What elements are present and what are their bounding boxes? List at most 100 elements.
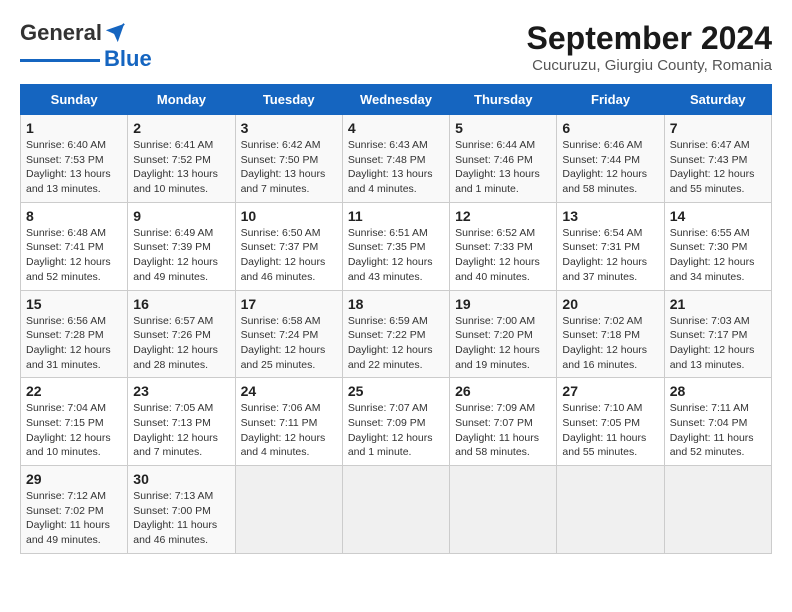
- cell-content: Sunrise: 7:09 AM Sunset: 7:07 PM Dayligh…: [455, 402, 539, 458]
- logo-general-text: General: [20, 20, 102, 46]
- cell-content: Sunrise: 6:44 AM Sunset: 7:46 PM Dayligh…: [455, 139, 540, 195]
- day-number: 14: [670, 208, 766, 224]
- calendar-cell: 19 Sunrise: 7:00 AM Sunset: 7:20 PM Dayli…: [450, 290, 557, 378]
- calendar-week-row: 29 Sunrise: 7:12 AM Sunset: 7:02 PM Dayli…: [21, 466, 772, 554]
- calendar-cell: 20 Sunrise: 7:02 AM Sunset: 7:18 PM Dayli…: [557, 290, 664, 378]
- logo-bird-icon: [104, 22, 126, 44]
- calendar-cell: 13 Sunrise: 6:54 AM Sunset: 7:31 PM Dayli…: [557, 202, 664, 290]
- day-number: 29: [26, 471, 122, 487]
- calendar-cell: 5 Sunrise: 6:44 AM Sunset: 7:46 PM Daylig…: [450, 115, 557, 203]
- calendar-cell: 25 Sunrise: 7:07 AM Sunset: 7:09 PM Dayli…: [342, 378, 449, 466]
- calendar-cell: 26 Sunrise: 7:09 AM Sunset: 7:07 PM Dayli…: [450, 378, 557, 466]
- calendar-week-row: 15 Sunrise: 6:56 AM Sunset: 7:28 PM Dayli…: [21, 290, 772, 378]
- calendar-table: SundayMondayTuesdayWednesdayThursdayFrid…: [20, 84, 772, 554]
- day-number: 16: [133, 296, 229, 312]
- day-number: 2: [133, 120, 229, 136]
- calendar-cell: 11 Sunrise: 6:51 AM Sunset: 7:35 PM Dayli…: [342, 202, 449, 290]
- logo: General Blue: [20, 20, 152, 72]
- day-number: 9: [133, 208, 229, 224]
- day-number: 19: [455, 296, 551, 312]
- cell-content: Sunrise: 7:12 AM Sunset: 7:02 PM Dayligh…: [26, 490, 110, 546]
- calendar-week-row: 8Sunrise: 6:48 AM Sunset: 7:41 PM Daylig…: [21, 202, 772, 290]
- day-number: 6: [562, 120, 658, 136]
- calendar-cell: 1Sunrise: 6:40 AM Sunset: 7:53 PM Daylig…: [21, 115, 128, 203]
- weekday-header: Sunday: [21, 85, 128, 115]
- calendar-cell: 9 Sunrise: 6:49 AM Sunset: 7:39 PM Daylig…: [128, 202, 235, 290]
- cell-content: Sunrise: 6:41 AM Sunset: 7:52 PM Dayligh…: [133, 139, 218, 195]
- cell-content: Sunrise: 7:07 AM Sunset: 7:09 PM Dayligh…: [348, 402, 433, 458]
- cell-content: Sunrise: 7:04 AM Sunset: 7:15 PM Dayligh…: [26, 402, 111, 458]
- weekday-header: Wednesday: [342, 85, 449, 115]
- calendar-cell: 6 Sunrise: 6:46 AM Sunset: 7:44 PM Daylig…: [557, 115, 664, 203]
- page-header: General Blue September 2024 Cucuruzu, Gi…: [20, 20, 772, 74]
- title-block: September 2024 Cucuruzu, Giurgiu County,…: [527, 20, 772, 74]
- calendar-cell: 15 Sunrise: 6:56 AM Sunset: 7:28 PM Dayli…: [21, 290, 128, 378]
- calendar-cell: 10 Sunrise: 6:50 AM Sunset: 7:37 PM Dayli…: [235, 202, 342, 290]
- weekday-header: Tuesday: [235, 85, 342, 115]
- calendar-header-row: SundayMondayTuesdayWednesdayThursdayFrid…: [21, 85, 772, 115]
- weekday-header: Thursday: [450, 85, 557, 115]
- weekday-header: Saturday: [664, 85, 771, 115]
- cell-content: Sunrise: 6:47 AM Sunset: 7:43 PM Dayligh…: [670, 139, 755, 195]
- calendar-cell: 14 Sunrise: 6:55 AM Sunset: 7:30 PM Dayli…: [664, 202, 771, 290]
- cell-content: Sunrise: 6:46 AM Sunset: 7:44 PM Dayligh…: [562, 139, 647, 195]
- calendar-cell: 7 Sunrise: 6:47 AM Sunset: 7:43 PM Daylig…: [664, 115, 771, 203]
- calendar-cell: 29 Sunrise: 7:12 AM Sunset: 7:02 PM Dayli…: [21, 466, 128, 554]
- day-number: 5: [455, 120, 551, 136]
- calendar-cell: 21 Sunrise: 7:03 AM Sunset: 7:17 PM Dayli…: [664, 290, 771, 378]
- day-number: 28: [670, 383, 766, 399]
- day-number: 12: [455, 208, 551, 224]
- cell-content: Sunrise: 7:10 AM Sunset: 7:05 PM Dayligh…: [562, 402, 646, 458]
- cell-content: Sunrise: 7:05 AM Sunset: 7:13 PM Dayligh…: [133, 402, 218, 458]
- cell-content: Sunrise: 6:58 AM Sunset: 7:24 PM Dayligh…: [241, 315, 326, 371]
- calendar-cell: [450, 466, 557, 554]
- cell-content: Sunrise: 6:50 AM Sunset: 7:37 PM Dayligh…: [241, 227, 326, 283]
- day-number: 15: [26, 296, 122, 312]
- calendar-cell: 17 Sunrise: 6:58 AM Sunset: 7:24 PM Dayli…: [235, 290, 342, 378]
- cell-content: Sunrise: 6:42 AM Sunset: 7:50 PM Dayligh…: [241, 139, 326, 195]
- cell-content: Sunrise: 7:06 AM Sunset: 7:11 PM Dayligh…: [241, 402, 326, 458]
- day-number: 4: [348, 120, 444, 136]
- day-number: 11: [348, 208, 444, 224]
- cell-content: Sunrise: 6:51 AM Sunset: 7:35 PM Dayligh…: [348, 227, 433, 283]
- day-number: 27: [562, 383, 658, 399]
- calendar-cell: 27 Sunrise: 7:10 AM Sunset: 7:05 PM Dayli…: [557, 378, 664, 466]
- cell-content: Sunrise: 6:40 AM Sunset: 7:53 PM Dayligh…: [26, 139, 111, 195]
- calendar-cell: [664, 466, 771, 554]
- day-number: 25: [348, 383, 444, 399]
- day-number: 13: [562, 208, 658, 224]
- cell-content: Sunrise: 6:57 AM Sunset: 7:26 PM Dayligh…: [133, 315, 218, 371]
- cell-content: Sunrise: 6:52 AM Sunset: 7:33 PM Dayligh…: [455, 227, 540, 283]
- cell-content: Sunrise: 7:00 AM Sunset: 7:20 PM Dayligh…: [455, 315, 540, 371]
- day-number: 20: [562, 296, 658, 312]
- calendar-cell: 18Sunrise: 6:59 AM Sunset: 7:22 PM Dayli…: [342, 290, 449, 378]
- page-title: September 2024: [527, 20, 772, 57]
- calendar-cell: [235, 466, 342, 554]
- day-number: 10: [241, 208, 337, 224]
- calendar-cell: 12 Sunrise: 6:52 AM Sunset: 7:33 PM Dayli…: [450, 202, 557, 290]
- cell-content: Sunrise: 6:54 AM Sunset: 7:31 PM Dayligh…: [562, 227, 647, 283]
- cell-content: Sunrise: 6:59 AM Sunset: 7:22 PM Dayligh…: [348, 315, 433, 371]
- calendar-cell: 2 Sunrise: 6:41 AM Sunset: 7:52 PM Daylig…: [128, 115, 235, 203]
- cell-content: Sunrise: 6:55 AM Sunset: 7:30 PM Dayligh…: [670, 227, 755, 283]
- calendar-cell: [342, 466, 449, 554]
- day-number: 21: [670, 296, 766, 312]
- day-number: 22: [26, 383, 122, 399]
- day-number: 17: [241, 296, 337, 312]
- calendar-cell: 16 Sunrise: 6:57 AM Sunset: 7:26 PM Dayli…: [128, 290, 235, 378]
- day-number: 3: [241, 120, 337, 136]
- logo-blue-text: Blue: [104, 46, 152, 72]
- cell-content: Sunrise: 7:03 AM Sunset: 7:17 PM Dayligh…: [670, 315, 755, 371]
- cell-content: Sunrise: 6:48 AM Sunset: 7:41 PM Dayligh…: [26, 227, 111, 283]
- weekday-header: Monday: [128, 85, 235, 115]
- calendar-week-row: 1Sunrise: 6:40 AM Sunset: 7:53 PM Daylig…: [21, 115, 772, 203]
- day-number: 7: [670, 120, 766, 136]
- day-number: 26: [455, 383, 551, 399]
- cell-content: Sunrise: 7:02 AM Sunset: 7:18 PM Dayligh…: [562, 315, 647, 371]
- calendar-cell: 8Sunrise: 6:48 AM Sunset: 7:41 PM Daylig…: [21, 202, 128, 290]
- calendar-cell: 30Sunrise: 7:13 AM Sunset: 7:00 PM Dayli…: [128, 466, 235, 554]
- cell-content: Sunrise: 6:49 AM Sunset: 7:39 PM Dayligh…: [133, 227, 218, 283]
- cell-content: Sunrise: 6:56 AM Sunset: 7:28 PM Dayligh…: [26, 315, 111, 371]
- page-subtitle: Cucuruzu, Giurgiu County, Romania: [527, 57, 772, 74]
- day-number: 24: [241, 383, 337, 399]
